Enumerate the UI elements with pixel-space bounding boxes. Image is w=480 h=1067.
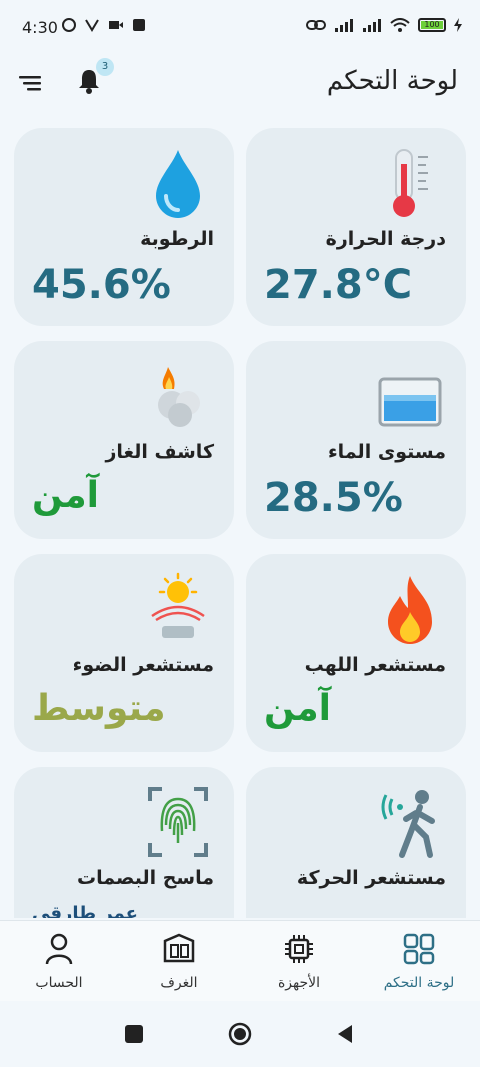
menu-icon[interactable] [16,68,46,98]
nav-label: الأجهزة [277,975,321,991]
card-status: عمر طارقي [32,903,138,918]
app-bar: 3 لوحة التحكم [0,56,480,112]
fingerprint-icon [148,787,208,857]
card-label: مستشعر اللهب [304,654,446,676]
motion-sensor-icon [381,790,435,858]
card-status: آمن [32,475,100,516]
alarm-icon [62,18,76,32]
card-label: الرطوبة [140,228,214,250]
nav-devices[interactable]: الأجهزة [244,931,354,991]
card-label: كاشف الغاز [105,441,214,463]
notification-badge: 3 [96,58,114,76]
back-icon[interactable] [334,1022,358,1046]
card-gas-detector[interactable]: كاشف الغاز آمن [14,341,234,539]
card-label: درجة الحرارة [325,228,446,250]
card-flame-sensor[interactable]: مستشعر اللهب آمن [246,554,466,752]
nav-label: الحساب [35,975,83,991]
home-icon[interactable] [228,1022,252,1046]
recents-icon[interactable] [122,1022,146,1046]
bottom-nav: لوحة التحكم الأجهزة الغرف الحساب [0,920,480,1001]
water-drop-icon [156,150,200,218]
card-water-level[interactable]: مستوى الماء 28.5% [246,341,466,539]
nav-rooms[interactable]: الغرف [124,931,234,991]
card-motion-sensor[interactable]: مستشعر الحركة [246,767,466,918]
gas-detector-icon [158,367,200,427]
signal-icon-2 [363,19,381,32]
signal-icon [335,19,353,32]
status-bar: 4:30 100 [0,0,480,56]
app-notification-icon [133,19,145,31]
page-title: لوحة التحكم [326,66,458,96]
nav-label: الغرف [160,975,198,991]
card-label: ماسح البصمات [77,867,214,889]
card-status: متوسط [32,688,166,729]
video-icon [109,21,123,29]
vpn-icon [85,19,99,32]
rooms-icon [163,933,195,963]
dashboard-icon [403,933,435,965]
card-temperature[interactable]: درجة الحرارة 27.8°C [246,128,466,326]
card-label: مستشعر الضوء [72,654,214,676]
card-value: 28.5% [264,475,403,521]
charging-icon [454,18,462,32]
system-nav-bar [0,1000,480,1067]
battery-level: 100 [424,20,440,29]
card-value: 27.8°C [264,262,413,308]
card-status: آمن [264,688,332,729]
chip-icon [285,935,313,963]
nav-dashboard[interactable]: لوحة التحكم [364,931,474,991]
card-fingerprint-scanner[interactable]: ماسح البصمات عمر طارقي [14,767,234,918]
link-icon [306,20,326,30]
flame-icon [388,576,432,644]
card-humidity[interactable]: الرطوبة 45.6% [14,128,234,326]
nav-label: لوحة التحكم [383,975,455,991]
card-label: مستشعر الحركة [296,867,446,889]
card-value: 45.6% [32,262,171,308]
card-label: مستوى الماء [327,441,446,463]
status-time: 4:30 [22,18,58,37]
nav-account[interactable]: الحساب [4,931,114,991]
water-tank-icon [378,377,442,427]
battery-icon: 100 [418,18,446,32]
account-icon [45,933,73,965]
thermometer-icon [393,149,428,217]
sensor-grid: درجة الحرارة 27.8°C الرطوبة 45.6% مستوى … [14,128,466,918]
card-light-sensor[interactable]: مستشعر الضوء متوسط [14,554,234,752]
wifi-icon [390,18,410,32]
sun-light-icon [151,572,205,638]
